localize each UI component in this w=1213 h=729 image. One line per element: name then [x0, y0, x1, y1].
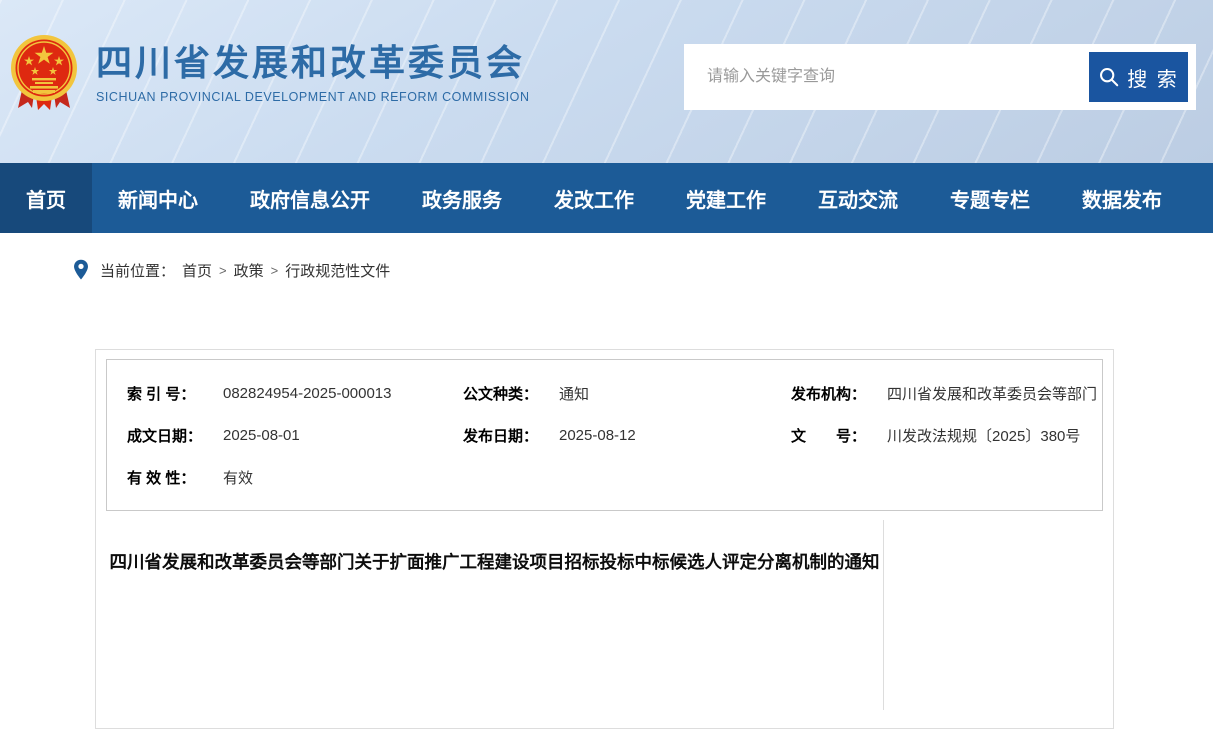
- site-header: 四川省发展和改革委员会 SICHUAN PROVINCIAL DEVELOPME…: [0, 0, 1213, 163]
- site-title: 四川省发展和改革委员会: [96, 42, 530, 83]
- meta-field-document-number: 文 号： 川发改法规规〔2025〕380号: [791, 414, 1102, 456]
- document-content-row: 四川省发展和改革委员会等部门关于扩面推广工程建设项目招标投标中标候选人评定分离机…: [106, 520, 1103, 710]
- breadcrumb-label: 当前位置：: [100, 260, 175, 281]
- meta-value: 082824954-2025-000013: [223, 385, 392, 402]
- document-main: 四川省发展和改革委员会等部门关于扩面推广工程建设项目招标投标中标候选人评定分离机…: [106, 520, 883, 710]
- breadcrumb-home[interactable]: 首页: [182, 260, 212, 281]
- meta-label: 发布日期：: [463, 425, 559, 446]
- search-icon: [1098, 66, 1120, 88]
- meta-value: 有效: [223, 467, 253, 488]
- search-button-label: 搜 索: [1127, 63, 1179, 92]
- meta-value: 2025-08-01: [223, 427, 300, 444]
- breadcrumb: 当前位置： 首页 > 政策 > 行政规范性文件: [0, 233, 1213, 281]
- search-button[interactable]: 搜 索: [1089, 52, 1188, 102]
- nav-item-party-building[interactable]: 党建工作: [660, 163, 792, 233]
- document-meta-table: 索 引 号： 082824954-2025-000013 公文种类： 通知 发布…: [106, 359, 1103, 511]
- document-sidebar: [883, 520, 1103, 710]
- meta-value: 四川省发展和改革委员会等部门: [887, 383, 1097, 404]
- document-card: 索 引 号： 082824954-2025-000013 公文种类： 通知 发布…: [95, 349, 1114, 729]
- meta-field-document-type: 公文种类： 通知: [463, 372, 791, 414]
- breadcrumb-policy[interactable]: 政策: [234, 260, 264, 281]
- nav-item-data-release[interactable]: 数据发布: [1056, 163, 1188, 233]
- meta-value: 川发改法规规〔2025〕380号: [887, 425, 1080, 446]
- search-bar: 搜 索: [684, 44, 1196, 110]
- meta-field-validity: 有 效 性： 有效: [127, 456, 463, 498]
- breadcrumb-separator: >: [271, 263, 279, 278]
- meta-field-index-number: 索 引 号： 082824954-2025-000013: [127, 372, 463, 414]
- meta-label: 索 引 号：: [127, 383, 223, 404]
- meta-label: 成文日期：: [127, 425, 223, 446]
- meta-label: 发布机构：: [791, 383, 887, 404]
- nav-item-home[interactable]: 首页: [0, 163, 92, 233]
- site-brand[interactable]: 四川省发展和改革委员会 SICHUAN PROVINCIAL DEVELOPME…: [8, 34, 530, 112]
- meta-value: 通知: [559, 383, 589, 404]
- nav-item-special-topics[interactable]: 专题专栏: [924, 163, 1056, 233]
- search-input[interactable]: [684, 44, 1084, 110]
- brand-text: 四川省发展和改革委员会 SICHUAN PROVINCIAL DEVELOPME…: [96, 42, 530, 104]
- meta-label: 有 效 性：: [127, 467, 223, 488]
- site-subtitle: SICHUAN PROVINCIAL DEVELOPMENT AND REFOR…: [96, 90, 530, 104]
- meta-field-date-written: 成文日期： 2025-08-01: [127, 414, 463, 456]
- location-pin-icon: [72, 259, 90, 281]
- breadcrumb-separator: >: [219, 263, 227, 278]
- nav-item-gov-services[interactable]: 政务服务: [396, 163, 528, 233]
- meta-field-date-published: 发布日期： 2025-08-12: [463, 414, 791, 456]
- meta-field-issuing-agency: 发布机构： 四川省发展和改革委员会等部门: [791, 372, 1102, 414]
- document-title: 四川省发展和改革委员会等部门关于扩面推广工程建设项目招标投标中标候选人评定分离机…: [106, 540, 883, 584]
- national-emblem-icon: [8, 34, 80, 112]
- nav-item-gov-info-disclosure[interactable]: 政府信息公开: [224, 163, 396, 233]
- nav-item-ndrc-work[interactable]: 发改工作: [528, 163, 660, 233]
- nav-item-news-center[interactable]: 新闻中心: [92, 163, 224, 233]
- breadcrumb-normative-documents[interactable]: 行政规范性文件: [285, 260, 390, 281]
- main-nav: 首页 新闻中心 政府信息公开 政务服务 发改工作 党建工作 互动交流 专题专栏 …: [0, 163, 1213, 233]
- meta-label: 公文种类：: [463, 383, 559, 404]
- nav-item-interaction[interactable]: 互动交流: [792, 163, 924, 233]
- meta-label: 文 号：: [791, 425, 887, 446]
- meta-value: 2025-08-12: [559, 427, 636, 444]
